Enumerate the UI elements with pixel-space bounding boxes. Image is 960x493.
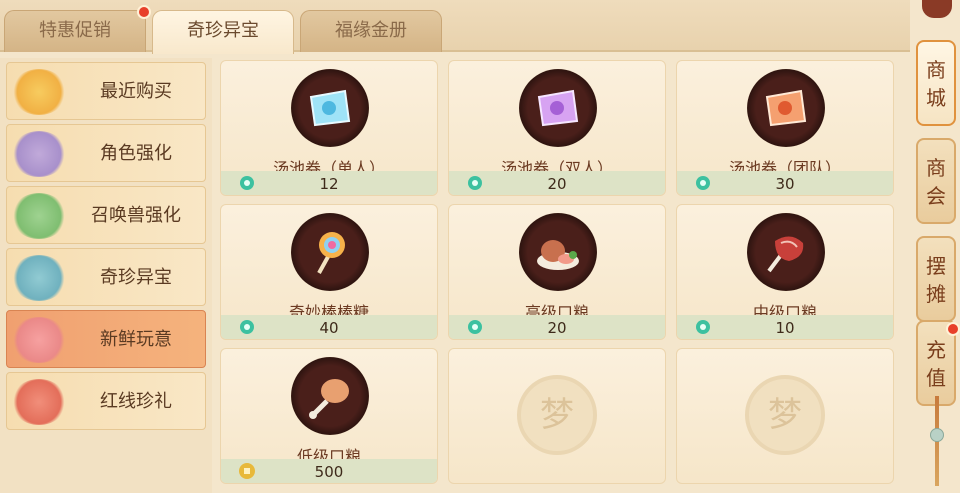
item-price: 20 bbox=[547, 319, 567, 337]
menu-item-character[interactable]: 角色强化 bbox=[6, 124, 206, 182]
item-price: 12 bbox=[319, 175, 339, 193]
tab-special-sale[interactable]: 特惠促销 bbox=[4, 5, 151, 52]
crystal-icon bbox=[11, 131, 67, 177]
lollipop-icon bbox=[317, 232, 345, 274]
hanging-ornament-icon bbox=[922, 0, 952, 18]
nav-label: 商城 bbox=[926, 58, 946, 110]
nav-guild-shop[interactable]: 商会 bbox=[916, 138, 956, 224]
item-card[interactable]: 汤池券（双人） 20 bbox=[448, 60, 666, 196]
gold-ingot-icon bbox=[11, 69, 67, 115]
dream-seal-icon: 梦 bbox=[517, 375, 597, 455]
nav-label: 摆摊 bbox=[926, 254, 946, 306]
rose-icon bbox=[11, 379, 67, 425]
tab-treasures[interactable]: 奇珍异宝 bbox=[152, 10, 294, 54]
meat-rib-icon bbox=[767, 236, 804, 273]
menu-item-redline-gift[interactable]: 红线珍礼 bbox=[6, 372, 206, 430]
item-price: 20 bbox=[547, 175, 567, 193]
item-card[interactable]: 奇妙棒棒糖 40 bbox=[220, 204, 438, 340]
item-icon-frame bbox=[519, 213, 597, 291]
item-card[interactable]: 高级口粮 20 bbox=[448, 204, 666, 340]
category-menu: 最近购买 角色强化 召唤兽强化 奇珍异宝 新鲜玩意 红线珍礼 bbox=[0, 58, 212, 493]
bath-ticket-single-icon bbox=[309, 89, 351, 127]
menu-item-treasure[interactable]: 奇珍异宝 bbox=[6, 248, 206, 306]
notification-badge bbox=[946, 322, 960, 336]
item-card[interactable]: 汤池券（团队） 30 bbox=[676, 60, 894, 196]
empty-slot: 梦 bbox=[676, 348, 894, 484]
item-icon-frame bbox=[291, 213, 369, 291]
top-tab-bar: 特惠促销 奇珍异宝 福缘金册 bbox=[0, 0, 910, 54]
item-price: 40 bbox=[319, 319, 339, 337]
nav-label: 商会 bbox=[926, 156, 946, 208]
tab-label: 奇珍异宝 bbox=[187, 20, 259, 41]
item-card[interactable]: 中级口粮 10 bbox=[676, 204, 894, 340]
bead-icon bbox=[930, 428, 944, 442]
item-icon-frame bbox=[519, 69, 597, 147]
item-card[interactable]: 低级口粮 500 bbox=[220, 348, 438, 484]
summon-beast-icon bbox=[11, 193, 67, 239]
right-nav: 商城 商会 摆摊 充值 bbox=[910, 0, 960, 493]
tab-label: 福缘金册 bbox=[335, 20, 407, 41]
nav-label: 充值 bbox=[926, 338, 946, 390]
item-icon-frame bbox=[747, 213, 825, 291]
menu-item-recent[interactable]: 最近购买 bbox=[6, 62, 206, 120]
item-icon-frame bbox=[291, 69, 369, 147]
comb-icon bbox=[11, 317, 67, 363]
nav-stall[interactable]: 摆摊 bbox=[916, 236, 956, 322]
tab-fortune-book[interactable]: 福缘金册 bbox=[300, 10, 442, 52]
menu-item-label: 最近购买 bbox=[100, 81, 172, 102]
menu-item-label: 奇珍异宝 bbox=[100, 267, 172, 288]
item-icon-frame bbox=[291, 357, 369, 435]
dream-seal-icon: 梦 bbox=[745, 375, 825, 455]
bath-ticket-double-icon bbox=[537, 89, 579, 127]
menu-item-novelty[interactable]: 新鲜玩意 bbox=[6, 310, 206, 368]
item-grid: 汤池券（单人） 12 汤池券（双人） 20 汤池券（团队） 30 奇妙棒棒糖 4… bbox=[220, 58, 896, 493]
menu-item-label: 红线珍礼 bbox=[100, 391, 172, 412]
notification-badge bbox=[137, 5, 151, 19]
item-price: 500 bbox=[314, 463, 344, 481]
drumstick-icon bbox=[309, 379, 349, 419]
empty-slot: 梦 bbox=[448, 348, 666, 484]
ham-platter-icon bbox=[537, 240, 579, 270]
nav-mall[interactable]: 商城 bbox=[916, 40, 956, 126]
treasure-flask-icon bbox=[11, 255, 67, 301]
nav-recharge[interactable]: 充值 bbox=[916, 320, 960, 406]
menu-item-label: 新鲜玩意 bbox=[100, 329, 172, 350]
menu-item-label: 角色强化 bbox=[100, 143, 172, 164]
item-price: 10 bbox=[775, 319, 795, 337]
item-price: 30 bbox=[775, 175, 795, 193]
tab-label: 特惠促销 bbox=[39, 20, 111, 41]
bath-ticket-team-icon bbox=[765, 89, 807, 127]
menu-item-label: 召唤兽强化 bbox=[91, 205, 181, 226]
item-icon-frame bbox=[747, 69, 825, 147]
menu-item-summon[interactable]: 召唤兽强化 bbox=[6, 186, 206, 244]
item-card[interactable]: 汤池券（单人） 12 bbox=[220, 60, 438, 196]
